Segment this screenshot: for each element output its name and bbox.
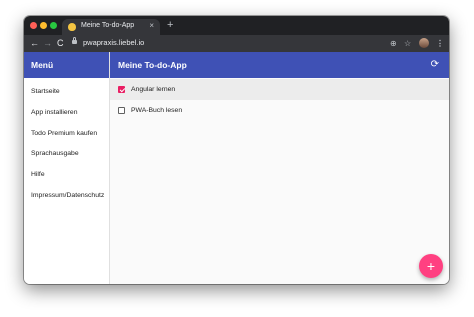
todo-item-pwa-buch[interactable]: PWA-Buch lesen [110,100,449,121]
todo-label: PWA-Buch lesen [131,107,183,114]
nav-item-startseite[interactable]: Startseite [24,82,109,103]
install-icon[interactable]: ⊕ [390,38,397,49]
todo-checkbox-checked[interactable] [118,86,125,93]
new-tab-button[interactable]: + [167,19,173,31]
star-icon[interactable]: ☆ [404,38,411,49]
todo-item-angular[interactable]: Angular lernen [110,79,449,100]
todo-list: Angular lernen PWA-Buch lesen [110,78,449,121]
reload-button[interactable]: C [57,38,64,49]
add-todo-button[interactable]: + [419,254,443,278]
nav-item-app-installieren[interactable]: App installieren [24,103,109,124]
nav-item-hilfe[interactable]: Hilfe [24,165,109,186]
favicon-icon [68,23,76,31]
app-toolbar: Meine To-do-App ⟳ [110,52,449,78]
avatar[interactable] [419,38,429,48]
sidenav-title: Menü [24,52,109,78]
browser-tab[interactable]: Meine To-do-App × [62,19,160,35]
tab-strip: Meine To-do-App × + [24,16,449,35]
nav-item-sprachausgabe[interactable]: Sprachausgabe [24,144,109,165]
tab-close-icon[interactable]: × [149,21,154,31]
main-content: Meine To-do-App ⟳ Angular lernen PWA-Buc… [110,52,449,284]
todo-app: Menü Startseite App installieren Todo Pr… [24,52,449,284]
close-window-button[interactable] [30,22,37,29]
tab-title: Meine To-do-App [81,22,135,29]
nav-list: Startseite App installieren Todo Premium… [24,78,109,207]
more-icon[interactable]: ⋮ [436,38,444,49]
page-title: Meine To-do-App [118,60,187,70]
side-nav: Menü Startseite App installieren Todo Pr… [24,52,110,284]
lock-icon[interactable] [72,37,77,44]
forward-button[interactable]: → [43,38,52,49]
todo-checkbox-unchecked[interactable] [118,107,125,114]
browser-window: Meine To-do-App × + ← → C pwapraxis.lieb… [24,16,449,284]
browser-toolbar: ← → C pwapraxis.liebel.io ⊕ ☆ ⋮ [24,35,449,52]
sync-icon[interactable]: ⟳ [431,52,439,78]
maximize-window-button[interactable] [50,22,57,29]
minimize-window-button[interactable] [40,22,47,29]
nav-item-todo-premium[interactable]: Todo Premium kaufen [24,124,109,145]
address-bar[interactable]: pwapraxis.liebel.io [83,38,144,47]
nav-item-impressum[interactable]: Impressum/Datenschutz [24,186,109,207]
todo-label: Angular lernen [131,86,176,93]
back-button[interactable]: ← [30,38,39,49]
